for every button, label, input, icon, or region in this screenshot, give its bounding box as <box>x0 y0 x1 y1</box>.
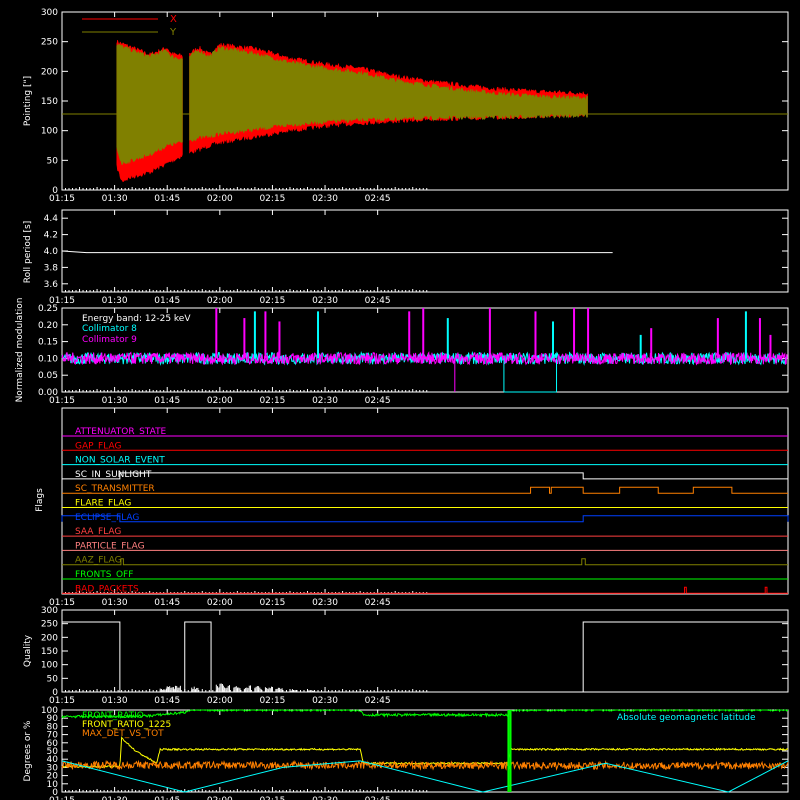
x-tick-label: 02:45 <box>365 696 391 706</box>
y-tick-label: 100 <box>41 706 58 716</box>
x-tick-label: 02:30 <box>312 194 338 204</box>
x-tick-label: 02:15 <box>259 696 285 706</box>
x-tick-label: 02:30 <box>312 296 338 306</box>
x-tick-label: 02:45 <box>365 396 391 406</box>
x-tick-label: 02:00 <box>207 796 233 800</box>
x-tick-label: 01:45 <box>154 396 180 406</box>
x-tick-label: 02:00 <box>207 194 233 204</box>
x-tick-label: 02:00 <box>207 598 233 608</box>
x-tick-label: 02:15 <box>259 296 285 306</box>
y-tick-label: 100 <box>41 127 58 137</box>
y-tick-label: 4.0 <box>44 247 59 257</box>
y-tick-label: 200 <box>41 633 58 643</box>
x-tick-label: 02:30 <box>312 396 338 406</box>
x-tick-label: 02:30 <box>312 696 338 706</box>
roll-ylabel: Roll period [s] <box>23 221 33 283</box>
quality-ylabel: Quality <box>23 634 33 667</box>
x-tick-label: 02:45 <box>365 598 391 608</box>
x-tick-label: 01:30 <box>102 194 128 204</box>
y-tick-label: 4.4 <box>44 214 59 224</box>
x-tick-label: 02:15 <box>259 796 285 800</box>
misc-ylabel: Degrees or % <box>23 720 33 781</box>
quicklook-figure: Pointing ["] 05010015020025030001:15 01:3… <box>0 0 800 800</box>
x-tick-label: 02:45 <box>365 194 391 204</box>
y-tick-label: 100 <box>41 661 58 671</box>
legend-label-x: X <box>170 14 177 25</box>
y-tick-label: 200 <box>41 67 58 77</box>
x-tick-label: 01:30 <box>102 796 128 800</box>
misc-annotation: Absolute geomagnetic latitude <box>617 713 756 723</box>
x-tick-label: 02:45 <box>365 296 391 306</box>
x-tick-label: 01:45 <box>154 696 180 706</box>
modulation-ylabel: Normalized modulation <box>15 298 25 403</box>
front-ratio-bar <box>509 710 512 792</box>
y-tick-label: 4.2 <box>44 231 58 241</box>
x-tick-label: 02:15 <box>259 396 285 406</box>
y-tick-label: 0.25 <box>38 304 58 314</box>
legend-label-max-det-vs-tot: MAX_DET_VS_TOT <box>82 729 164 739</box>
y-tick-label: 300 <box>41 8 58 18</box>
x-tick-label: 02:15 <box>259 194 285 204</box>
x-tick-label: 02:00 <box>207 396 233 406</box>
y-tick-label: 50 <box>47 674 59 684</box>
legend-label-y: Y <box>169 27 177 38</box>
x-tick-label: 01:45 <box>154 598 180 608</box>
y-tick-label: 150 <box>41 647 58 657</box>
y-tick-label: 0.05 <box>38 371 58 381</box>
x-tick-label: 01:45 <box>154 194 180 204</box>
y-tick-label: 0.10 <box>38 354 58 364</box>
y-tick-label: 250 <box>41 620 58 630</box>
y-tick-label: 3.8 <box>44 263 59 273</box>
x-tick-label: 01:15 <box>49 396 75 406</box>
x-tick-label: 02:00 <box>207 296 233 306</box>
x-tick-label: 01:30 <box>102 296 128 306</box>
legend-label-collimator-8: Collimator 8 <box>82 324 137 334</box>
x-tick-label: 02:15 <box>259 598 285 608</box>
y-tick-label: 150 <box>41 97 58 107</box>
y-tick-label: 250 <box>41 38 58 48</box>
pointing-ylabel: Pointing ["] <box>23 76 33 126</box>
x-tick-label: 01:30 <box>102 696 128 706</box>
x-tick-label: 02:45 <box>365 796 391 800</box>
front-ratio-bar <box>507 710 510 792</box>
y-tick-label: 300 <box>41 606 58 616</box>
x-tick-label: 01:45 <box>154 296 180 306</box>
modulation-annotation: Energy band: 12-25 keV <box>82 314 191 324</box>
x-tick-label: 01:30 <box>102 598 128 608</box>
y-tick-label: 50 <box>47 156 59 166</box>
x-tick-label: 01:45 <box>154 796 180 800</box>
x-tick-label: 01:15 <box>49 194 75 204</box>
y-tick-label: 0.20 <box>38 321 58 331</box>
y-tick-label: 3.6 <box>44 280 59 290</box>
x-tick-label: 02:30 <box>312 598 338 608</box>
y-tick-label: 0.15 <box>38 338 58 348</box>
legend-label-collimator-9: Collimator 9 <box>82 335 137 345</box>
x-tick-label: 02:30 <box>312 796 338 800</box>
x-tick-label: 01:15 <box>49 696 75 706</box>
flags-ylabel: Flags <box>35 488 45 512</box>
x-tick-label: 02:00 <box>207 696 233 706</box>
x-tick-label: 01:30 <box>102 396 128 406</box>
x-tick-label: 01:15 <box>49 796 75 800</box>
